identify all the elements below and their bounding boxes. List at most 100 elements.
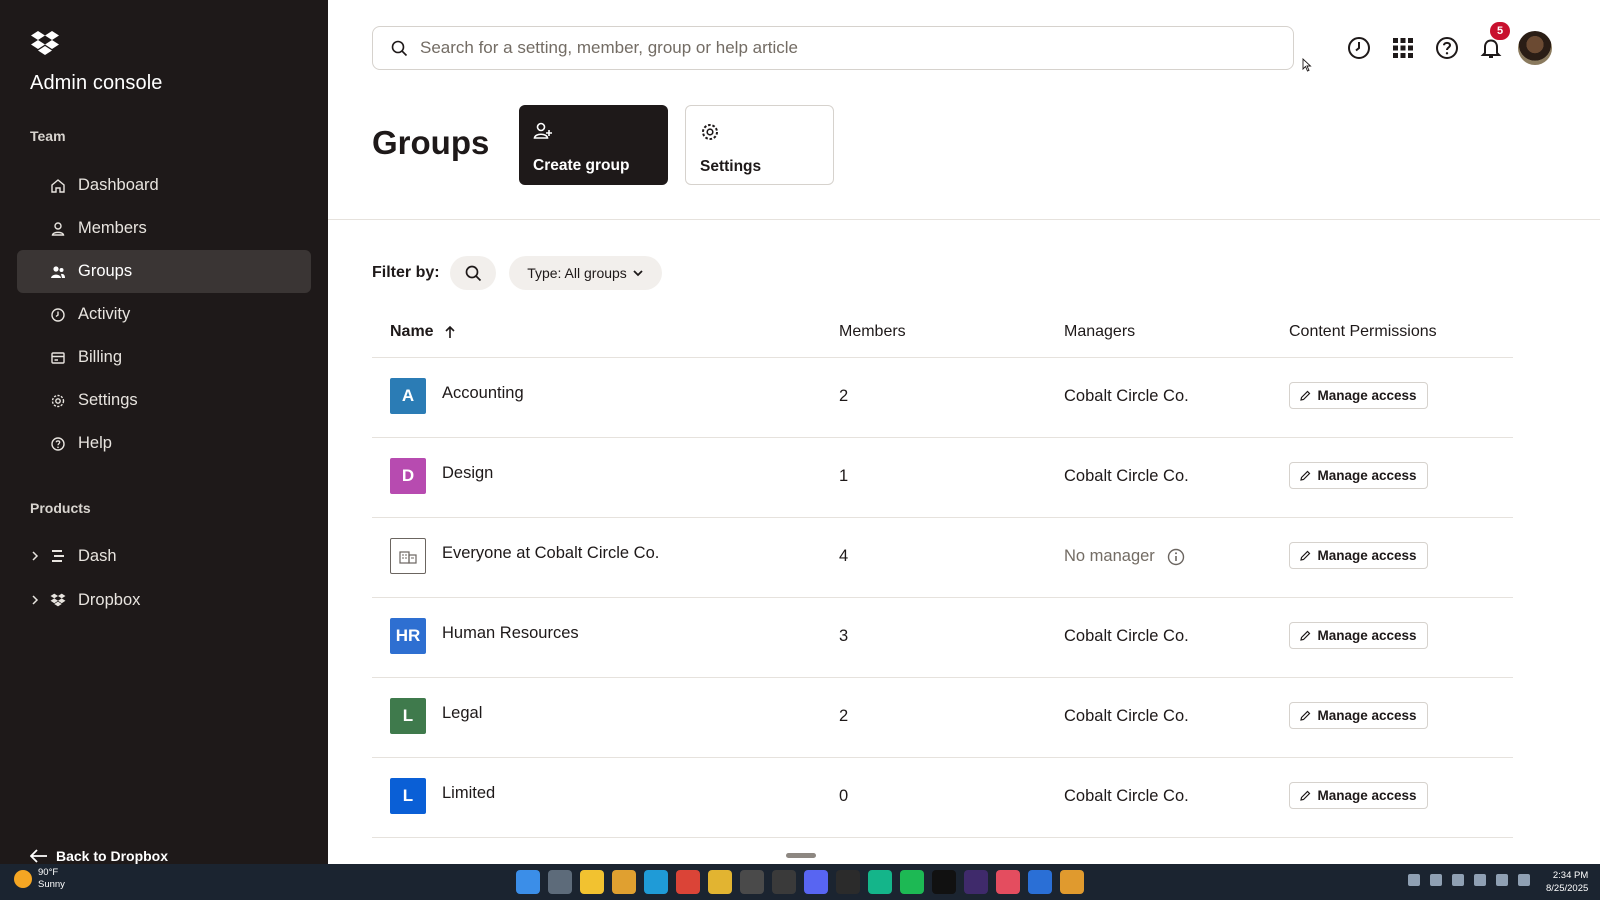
dash-icon xyxy=(50,549,66,563)
column-header-members[interactable]: Members xyxy=(839,323,906,341)
group-name[interactable]: Limited xyxy=(442,784,495,803)
product-item-dropbox[interactable]: Dropbox xyxy=(30,585,140,615)
create-group-button[interactable]: Create group xyxy=(519,105,668,185)
product-item-label: Dropbox xyxy=(78,590,141,609)
sidebar-item-dashboard[interactable]: Dashboard xyxy=(17,164,311,207)
sidebar-item-label: Groups xyxy=(78,262,133,280)
type-filter-dropdown[interactable]: Type: All groups xyxy=(509,256,662,290)
app-icon[interactable] xyxy=(996,870,1020,894)
app-grid-icon[interactable] xyxy=(1389,34,1417,62)
keyboard-icon[interactable] xyxy=(1474,874,1486,886)
spotify-icon[interactable] xyxy=(900,870,924,894)
sidebar-item-groups[interactable]: Groups xyxy=(17,250,311,293)
taskbar-apps xyxy=(516,870,1092,894)
tray-app-icon[interactable] xyxy=(1430,874,1442,886)
global-search-bar[interactable] xyxy=(372,26,1294,70)
chevron-up-icon[interactable] xyxy=(1408,874,1420,886)
chrome-icon[interactable] xyxy=(708,870,732,894)
manage-access-button[interactable]: Manage access xyxy=(1289,622,1428,649)
app-icon[interactable] xyxy=(1028,870,1052,894)
product-item-dash[interactable]: Dash xyxy=(30,541,117,571)
network-icon[interactable] xyxy=(1496,874,1508,886)
table-row[interactable]: L Legal 2 Cobalt Circle Co. Manage acces… xyxy=(372,677,1513,757)
avatar[interactable] xyxy=(1518,31,1552,65)
group-name[interactable]: Design xyxy=(442,464,493,483)
chrome-icon[interactable] xyxy=(612,870,636,894)
table-row[interactable]: A Accounting 2 Cobalt Circle Co. Manage … xyxy=(372,357,1513,437)
person-icon xyxy=(50,221,66,237)
notion-icon[interactable] xyxy=(740,870,764,894)
discord-icon[interactable] xyxy=(804,870,828,894)
table-row[interactable]: D Design 1 Cobalt Circle Co. Manage acce… xyxy=(372,437,1513,517)
group-avatar: D xyxy=(390,458,426,494)
column-header-name[interactable]: Name xyxy=(390,323,456,341)
search-input[interactable] xyxy=(420,38,1280,58)
products-section-label: Products xyxy=(30,500,91,516)
card-icon xyxy=(50,350,66,366)
sidebar-item-members[interactable]: Members xyxy=(17,207,311,250)
discord-icon[interactable] xyxy=(1452,874,1464,886)
sidebar-item-activity[interactable]: Activity xyxy=(17,293,311,336)
scroll-handle[interactable] xyxy=(786,853,816,858)
system-clock[interactable]: 2:34 PM 8/25/2025 xyxy=(1546,869,1588,895)
info-icon[interactable] xyxy=(1167,548,1185,566)
sun-icon xyxy=(14,870,32,888)
pencil-icon xyxy=(1300,470,1311,481)
sidebar-item-help[interactable]: Help xyxy=(17,422,311,465)
chevron-right-icon[interactable] xyxy=(30,594,42,606)
manage-access-label: Manage access xyxy=(1317,468,1417,483)
chrome-icon[interactable] xyxy=(1060,870,1084,894)
manage-access-button[interactable]: Manage access xyxy=(1289,782,1428,809)
back-to-dropbox-link[interactable]: Back to Dropbox xyxy=(30,848,168,864)
chrome-icon[interactable] xyxy=(676,870,700,894)
manage-access-button[interactable]: Manage access xyxy=(1289,702,1428,729)
table-row[interactable]: L Limited 0 Cobalt Circle Co. Manage acc… xyxy=(372,757,1513,837)
group-name[interactable]: Human Resources xyxy=(442,624,579,643)
app-icon[interactable] xyxy=(868,870,892,894)
manage-access-button[interactable]: Manage access xyxy=(1289,542,1428,569)
table-row[interactable]: Everyone at Cobalt Circle Co. 4 No manag… xyxy=(372,517,1513,597)
sidebar-item-label: Help xyxy=(78,434,112,452)
file-explorer-icon[interactable] xyxy=(580,870,604,894)
sidebar-item-label: Activity xyxy=(78,305,131,323)
settings-button[interactable]: Settings xyxy=(685,105,834,185)
group-avatar: HR xyxy=(390,618,426,654)
manage-access-label: Manage access xyxy=(1317,708,1417,723)
dropbox-logo-icon[interactable] xyxy=(30,30,60,56)
sidebar-item-label: Dashboard xyxy=(78,176,159,194)
group-name[interactable]: Accounting xyxy=(442,384,524,403)
wiki-icon[interactable] xyxy=(836,870,860,894)
task-view-icon[interactable] xyxy=(548,870,572,894)
clock-time: 2:34 PM xyxy=(1552,870,1589,881)
volume-icon[interactable] xyxy=(1518,874,1530,886)
group-member-count: 2 xyxy=(839,707,849,725)
column-header-managers[interactable]: Managers xyxy=(1064,323,1135,341)
help-icon[interactable] xyxy=(1433,34,1461,62)
manage-access-button[interactable]: Manage access xyxy=(1289,462,1428,489)
calendar-icon[interactable] xyxy=(772,870,796,894)
start-menu-icon[interactable] xyxy=(516,870,540,894)
manage-access-button[interactable]: Manage access xyxy=(1289,382,1428,409)
system-tray xyxy=(1408,874,1540,886)
tradingview-icon[interactable] xyxy=(932,870,956,894)
sidebar-item-billing[interactable]: Billing xyxy=(17,336,311,379)
sidebar-item-label: Settings xyxy=(78,391,138,409)
nzxt-icon[interactable] xyxy=(964,870,988,894)
column-header-name-label: Name xyxy=(390,323,434,340)
dropbox-icon xyxy=(50,593,66,607)
sidebar-item-settings[interactable]: Settings xyxy=(17,379,311,422)
table-row[interactable]: HR Human Resources 3 Cobalt Circle Co. M… xyxy=(372,597,1513,677)
sidebar-item-label: Members xyxy=(78,219,147,237)
filter-search-button[interactable] xyxy=(450,256,496,290)
manage-access-label: Manage access xyxy=(1317,788,1417,803)
history-icon[interactable] xyxy=(1345,34,1373,62)
group-manager: Cobalt Circle Co. xyxy=(1064,467,1189,485)
weather-widget[interactable]: 90°F Sunny xyxy=(14,867,65,891)
group-avatar: A xyxy=(390,378,426,414)
edge-icon[interactable] xyxy=(644,870,668,894)
group-name[interactable]: Legal xyxy=(442,704,482,723)
group-manager: Cobalt Circle Co. xyxy=(1064,707,1189,725)
group-name[interactable]: Everyone at Cobalt Circle Co. xyxy=(442,544,659,563)
group-member-count: 3 xyxy=(839,627,849,645)
chevron-right-icon[interactable] xyxy=(30,550,42,562)
